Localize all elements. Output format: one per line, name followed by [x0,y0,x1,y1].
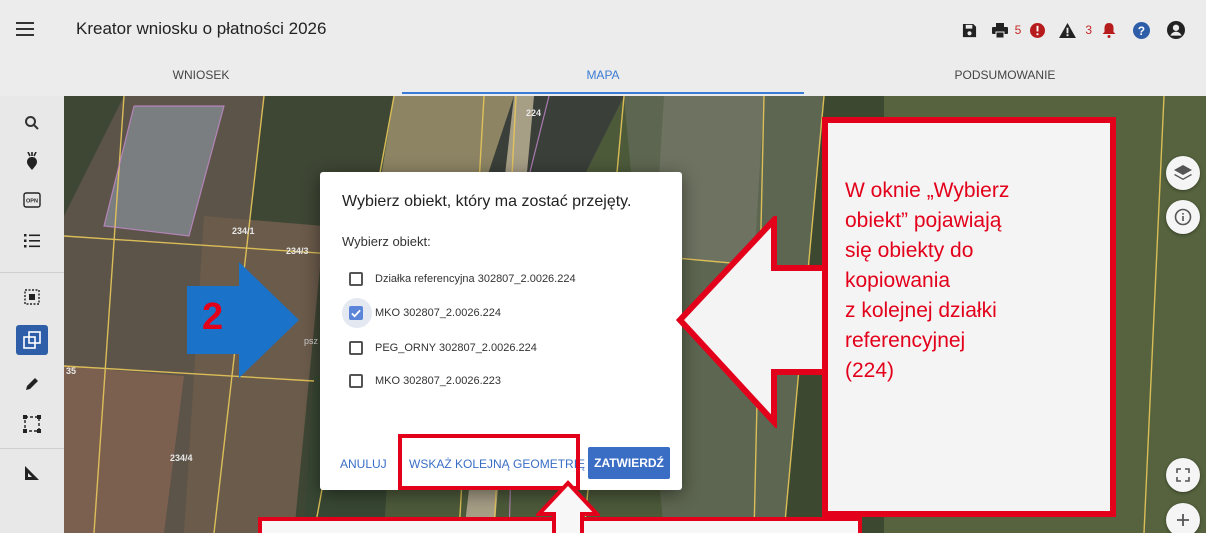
measure-icon[interactable] [16,458,48,488]
callout-line: W oknie „Wybierz [845,179,1010,202]
zoom-in-icon[interactable] [1166,503,1200,533]
info-icon[interactable] [1166,200,1200,234]
checkbox-checked[interactable] [349,306,363,320]
opn-icon[interactable]: OPN [16,185,48,215]
account-icon[interactable] [1160,21,1192,39]
dialog-subtitle: Wybierz obiekt: [342,234,431,249]
save-icon[interactable] [955,23,985,38]
toolbar-divider [0,448,64,449]
main-tabs: WNIOSEK MAPA PODSUMOWANIE [0,60,1206,96]
opn-icon-label: OPN [26,199,38,205]
select-area-icon[interactable] [16,282,48,312]
checkbox[interactable] [349,341,363,355]
confirm-button[interactable]: ZATWIERDŹ [588,447,670,479]
option-label: MKO 302807_2.0026.223 [375,375,501,387]
app-title: Kreator wniosku o płatności 2026 [76,19,327,38]
object-option[interactable]: PEG_ORNY 302807_2.0026.224 [342,335,537,361]
parcel-label: psz [304,336,319,346]
checkbox[interactable] [349,374,363,388]
object-option[interactable]: MKO 302807_2.0026.223 [342,368,501,394]
option-label: MKO 302807_2.0026.224 [375,307,501,319]
toolbar-divider [0,272,64,273]
up-arrow [536,480,600,533]
tab-mapa[interactable]: MAPA [402,60,804,96]
callout-line: obiekt” pojawiają [845,209,1002,232]
callout-line: się obiekty do [845,239,974,262]
callout-line: z kolejnej działki [845,299,997,322]
callout-text: W oknie „Wybierz obiekt” pojawiają się o… [845,176,1085,386]
warning-icon[interactable] [1049,22,1085,38]
fullscreen-icon[interactable] [1166,458,1200,492]
option-label: Działka referencyjna 302807_2.0026.224 [375,273,576,285]
layers-icon[interactable] [1166,156,1200,190]
dialog-title: Wybierz obiekt, który ma zostać przejęty… [342,193,632,210]
app-header: Kreator wniosku o płatności 2026 5 3 ? [0,0,1206,60]
callout-line: (224) [845,359,895,382]
tab-wniosek[interactable]: WNIOSEK [0,60,402,96]
callout-line: referencyjnej [845,329,966,352]
object-option[interactable]: MKO 302807_2.0026.224 [342,298,501,328]
parcel-label: 234/3 [286,246,309,256]
list-icon[interactable] [16,226,48,256]
bounding-box-icon[interactable] [16,409,48,439]
step-number: 2 [202,296,224,338]
error-icon[interactable] [1025,22,1049,38]
object-option[interactable]: Działka referencyjna 302807_2.0026.224 [342,266,576,292]
beet-icon[interactable] [16,146,48,176]
pencil-icon[interactable] [16,369,48,399]
bell-icon[interactable] [1096,22,1122,38]
tab-podsumowanie[interactable]: PODSUMOWANIE [804,60,1206,96]
parcel-label: 234/4 [170,453,193,463]
cancel-button[interactable]: ANULUJ [340,457,387,471]
help-icon[interactable]: ? [1122,21,1160,39]
search-icon[interactable] [16,108,48,138]
parcel-label: 224 [526,108,542,118]
parcel-label: 35 [66,366,77,376]
svg-text:?: ? [1137,24,1144,37]
map-toolbar: OPN [0,96,64,533]
error-count: 5 [1014,23,1022,37]
parcel-label: 234/1 [232,226,255,236]
checkbox[interactable] [349,272,363,286]
copy-geometry-icon[interactable] [16,325,48,355]
alert-count: 3 [1085,23,1092,37]
header-actions: 5 3 ? [955,19,1192,41]
callout-arrow [676,216,836,428]
callout-line: kopiowania [845,269,951,292]
print-icon[interactable] [985,22,1015,38]
menu-icon[interactable] [16,22,34,36]
option-label: PEG_ORNY 302807_2.0026.224 [375,342,537,354]
